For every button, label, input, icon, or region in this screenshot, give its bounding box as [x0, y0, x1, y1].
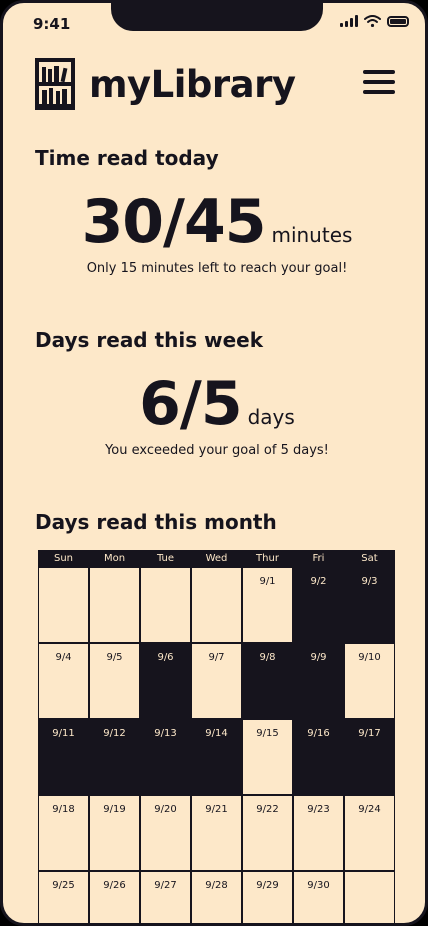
bookshelf-icon — [35, 58, 75, 110]
today-unit: minutes — [271, 223, 353, 247]
weekday-label: Sat — [361, 553, 378, 564]
weekday-label: Thur — [256, 553, 279, 564]
calendar-day[interactable]: 9/29 — [242, 871, 293, 923]
calendar-day[interactable]: 9/27 — [140, 871, 191, 923]
weekday-label: Sun — [53, 553, 74, 564]
calendar-day[interactable]: 9/16 — [293, 719, 344, 795]
week-unit: days — [247, 405, 295, 429]
calendar-day[interactable]: 9/14 — [191, 719, 242, 795]
calendar-day[interactable]: 9/8 — [242, 643, 293, 719]
calendar-empty-cell — [191, 567, 242, 643]
month-section-title: Days read this month — [35, 510, 277, 534]
calendar-day[interactable]: 9/17 — [344, 719, 395, 795]
calendar-empty-cell — [38, 567, 89, 643]
weekday-label: Wed — [205, 553, 228, 564]
device-notch — [111, 3, 323, 31]
calendar-day[interactable]: 9/20 — [140, 795, 191, 871]
wifi-icon — [364, 15, 381, 27]
today-message: Only 15 minutes left to reach your goal! — [86, 261, 348, 276]
weekday-label: Mon — [103, 553, 126, 564]
week-message: You exceeded your goal of 5 days! — [105, 443, 329, 458]
calendar-day[interactable]: 9/9 — [293, 643, 344, 719]
calendar-day[interactable]: 9/22 — [242, 795, 293, 871]
app-header: myLibrary — [35, 56, 397, 112]
calendar-day[interactable]: 9/30 — [293, 871, 344, 923]
calendar-day[interactable]: 9/10 — [344, 643, 395, 719]
calendar-day[interactable]: 9/4 — [38, 643, 89, 719]
week-progress: 6/5 days — [3, 369, 425, 439]
today-section-title: Time read today — [35, 146, 219, 170]
month-calendar: Sun Mon Tue Wed Thur Fri Sat 9/1 9/2 9/3 9/4 9/5 9/… — [38, 550, 395, 923]
calendar-empty-cell — [344, 871, 395, 923]
calendar-day[interactable]: 9/1 — [242, 567, 293, 643]
calendar-day[interactable]: 9/11 — [38, 719, 89, 795]
calendar-day[interactable]: 9/2 — [293, 567, 344, 643]
week-value: 6/5 — [139, 369, 242, 439]
calendar-empty-cell — [89, 567, 140, 643]
calendar-day[interactable]: 9/12 — [89, 719, 140, 795]
status-icons — [340, 15, 409, 27]
calendar-day[interactable]: 9/24 — [344, 795, 395, 871]
calendar-day[interactable]: 9/28 — [191, 871, 242, 923]
calendar-day[interactable]: 9/15 — [242, 719, 293, 795]
week-section-title: Days read this week — [35, 328, 264, 352]
calendar-empty-cell — [140, 567, 191, 643]
calendar-day[interactable]: 9/23 — [293, 795, 344, 871]
app-title: myLibrary — [89, 62, 296, 106]
calendar-day[interactable]: 9/21 — [191, 795, 242, 871]
calendar-grid: 9/1 9/2 9/3 9/4 9/5 9/6 9/7 9/8 9/9 9/10 9/11 9/12 9… — [38, 567, 395, 923]
calendar-day[interactable]: 9/19 — [89, 795, 140, 871]
status-time: 9:41 — [33, 15, 71, 33]
calendar-day[interactable]: 9/26 — [89, 871, 140, 923]
calendar-day[interactable]: 9/18 — [38, 795, 89, 871]
cellular-signal-icon — [340, 15, 358, 27]
today-progress: 30/45 minutes — [3, 187, 425, 257]
calendar-day[interactable]: 9/25 — [38, 871, 89, 923]
calendar-day[interactable]: 9/6 — [140, 643, 191, 719]
battery-icon — [387, 15, 409, 27]
calendar-day[interactable]: 9/7 — [191, 643, 242, 719]
calendar-day[interactable]: 9/13 — [140, 719, 191, 795]
calendar-day[interactable]: 9/3 — [344, 567, 395, 643]
calendar-day[interactable]: 9/5 — [89, 643, 140, 719]
hamburger-menu-icon[interactable] — [363, 70, 395, 94]
phone-screen: 9:41 myLibrary Time read today 30/45 min… — [0, 0, 428, 926]
weekday-label: Tue — [156, 553, 175, 564]
weekday-label: Fri — [312, 553, 325, 564]
calendar-weekday-header: Sun Mon Tue Wed Thur Fri Sat — [38, 550, 395, 567]
today-value: 30/45 — [81, 187, 267, 257]
